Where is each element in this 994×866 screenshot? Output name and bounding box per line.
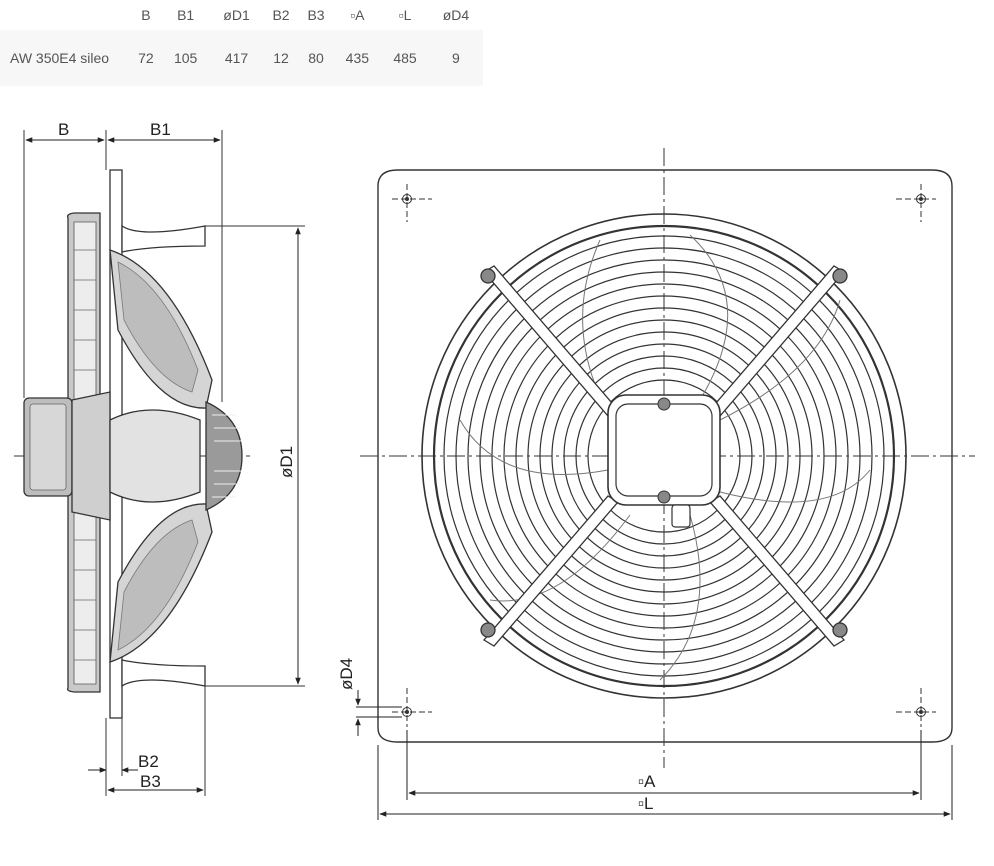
label-l: ▫L: [638, 794, 653, 813]
fan-technical-drawing: B B1 øD1 B2 B3 ▫A ▫L øD4: [14, 120, 975, 820]
label-b3: B3: [140, 772, 161, 791]
label-b2: B2: [138, 752, 159, 771]
label-d1: øD1: [277, 446, 296, 478]
front-dimensions: [355, 690, 953, 820]
fan-side-view: [14, 130, 305, 796]
label-b: B: [58, 120, 69, 139]
fan-front-view: [360, 148, 975, 768]
label-a: ▫A: [638, 772, 656, 791]
label-b1: B1: [150, 120, 171, 139]
label-d4: øD4: [337, 658, 356, 690]
